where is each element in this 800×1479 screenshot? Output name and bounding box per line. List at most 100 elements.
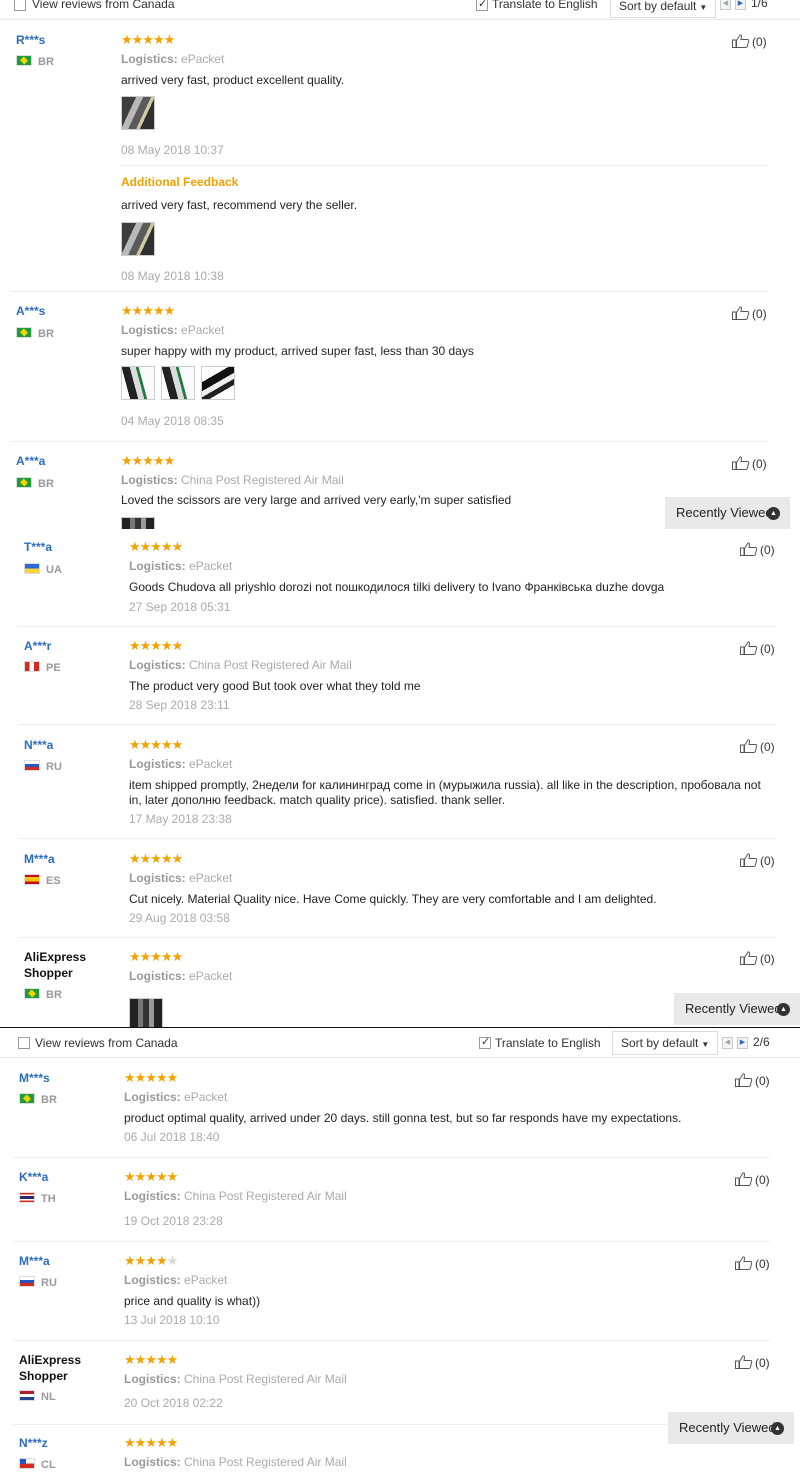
- reviewer-name: M***s: [19, 1071, 50, 1085]
- review-text: product optimal quality, arrived under 2…: [124, 1111, 682, 1125]
- review-photo-thumbnail[interactable]: [161, 366, 195, 400]
- star-rating: ★★★★★: [129, 638, 183, 653]
- thumb-up-icon: [740, 739, 758, 753]
- thailand-flag-icon: [19, 1192, 35, 1203]
- review-photo-thumbnail[interactable]: [121, 366, 155, 400]
- helpful-button[interactable]: (0): [735, 1256, 770, 1271]
- review-item: A***r PE ★★★★★ Logistics: China Post Reg…: [0, 627, 800, 725]
- additional-feedback-heading: Additional Feedback: [121, 175, 239, 189]
- helpful-button[interactable]: (0): [740, 739, 775, 754]
- recently-viewed-button[interactable]: Recently Viewed ▲: [665, 497, 790, 529]
- review-item: R***s BR ★★★★★ Logistics: ePacket arrive…: [0, 0, 800, 292]
- review-date: 27 Sep 2018 05:31: [129, 600, 231, 614]
- reviewer-country: BR: [16, 55, 54, 68]
- reviewer-name: AliExpress Shopper: [19, 1353, 82, 1383]
- logistics-info: Logistics: China Post Registered Air Mai…: [124, 1455, 347, 1469]
- reviewer-name: M***a: [24, 852, 55, 866]
- review-date: 29 Aug 2018 03:58: [129, 911, 230, 925]
- reviewer-name: AliExpress Shopper: [24, 950, 87, 980]
- helpful-button[interactable]: (0): [740, 641, 775, 656]
- reviewer-name: N***z: [19, 1436, 48, 1450]
- star-rating: ★★★★★: [121, 32, 175, 47]
- recently-viewed-button[interactable]: Recently Viewed ▲: [668, 1412, 794, 1444]
- view-canada-checkbox[interactable]: [18, 1037, 30, 1049]
- reviewer-country: UA: [24, 563, 62, 576]
- logistics-info: Logistics: China Post Registered Air Mai…: [121, 473, 344, 487]
- thumb-up-icon: [732, 306, 750, 320]
- reviewer-country: BR: [19, 1093, 57, 1106]
- thumb-up-icon: [740, 641, 758, 655]
- helpful-button[interactable]: (0): [735, 1172, 770, 1187]
- thumb-up-icon: [735, 1256, 753, 1270]
- review-date: 04 May 2018 08:35: [121, 414, 224, 428]
- reviewer-country: CL: [19, 1458, 56, 1471]
- helpful-button[interactable]: (0): [735, 1355, 770, 1370]
- thumb-up-icon: [732, 456, 750, 470]
- chile-flag-icon: [19, 1458, 35, 1469]
- sort-dropdown[interactable]: Sort by default ▼: [612, 1031, 719, 1055]
- reviewer-country: RU: [19, 1276, 57, 1289]
- reviewer-country: BR: [16, 477, 54, 490]
- next-page-icon[interactable]: ▶: [737, 1037, 748, 1049]
- review-text: The product very good But took over what…: [129, 679, 421, 693]
- star-rating: ★★★★★: [124, 1253, 178, 1268]
- prev-page-icon[interactable]: ◀: [722, 1037, 733, 1049]
- helpful-button[interactable]: (0): [732, 456, 767, 471]
- logistics-info: Logistics: China Post Registered Air Mai…: [124, 1372, 347, 1386]
- review-item: A***s BR ★★★★★ Logistics: ePacket super …: [0, 292, 800, 442]
- review-date: 13 Jul 2018 10:10: [124, 1313, 220, 1327]
- review-photos: [121, 366, 235, 400]
- translate-label: Translate to English: [495, 1036, 601, 1050]
- logistics-info: Logistics: ePacket: [121, 323, 225, 337]
- thumb-up-icon: [732, 34, 750, 48]
- reviewer-name: A***s: [16, 304, 46, 318]
- helpful-button[interactable]: (0): [735, 1073, 770, 1088]
- review-text: Goods Chudova all priyshlo dorozi not по…: [129, 580, 665, 594]
- reviewer-name: T***a: [24, 540, 53, 554]
- helpful-button[interactable]: (0): [740, 853, 775, 868]
- peru-flag-icon: [24, 661, 40, 672]
- star-rating: ★★★★★: [121, 303, 175, 318]
- review-photo-thumbnail[interactable]: [201, 366, 235, 400]
- thumb-up-icon: [740, 951, 758, 965]
- star-rating: ★★★★★: [129, 949, 183, 964]
- brazil-flag-icon: [16, 327, 32, 338]
- brazil-flag-icon: [19, 1093, 35, 1104]
- divider: [121, 165, 767, 166]
- thumb-up-icon: [735, 1172, 753, 1186]
- reviewer-name: A***r: [24, 639, 52, 653]
- recently-viewed-button[interactable]: Recently Viewed ▲: [674, 993, 800, 1025]
- helpful-button[interactable]: (0): [732, 34, 767, 49]
- recently-viewed-label: Recently Viewed: [685, 1001, 782, 1016]
- helpful-button[interactable]: (0): [740, 542, 775, 557]
- brazil-flag-icon: [16, 477, 32, 488]
- brazil-flag-icon: [16, 55, 32, 66]
- star-rating: ★★★★★: [124, 1435, 178, 1450]
- helpful-button[interactable]: (0): [732, 306, 767, 321]
- reviewer-name: M***a: [19, 1254, 50, 1268]
- review-date: 20 Oct 2018 02:22: [124, 1396, 223, 1410]
- review-photo-thumbnail[interactable]: [129, 998, 163, 1027]
- review-date: 08 May 2018 10:37: [121, 143, 224, 157]
- helpful-button[interactable]: (0): [740, 951, 775, 966]
- logistics-info: Logistics: China Post Registered Air Mai…: [129, 658, 352, 672]
- sort-dropdown-value: Sort by default: [621, 1036, 699, 1050]
- star-rating: ★★★★★: [129, 737, 183, 752]
- translate-checkbox[interactable]: [479, 1035, 491, 1049]
- reviewer-country: ES: [24, 874, 61, 887]
- review-photo-thumbnail[interactable]: [121, 517, 155, 529]
- thumb-up-icon: [740, 853, 758, 867]
- reviewer-country: NL: [19, 1390, 56, 1403]
- logistics-info: Logistics: ePacket: [129, 871, 233, 885]
- chevron-down-icon: ▼: [701, 1040, 710, 1049]
- review-photo-thumbnail[interactable]: [121, 96, 155, 130]
- review-text: Loved the scissors are very large and ar…: [121, 493, 512, 507]
- logistics-info: Logistics: ePacket: [129, 757, 233, 771]
- russia-flag-icon: [24, 760, 40, 771]
- review-photos: [121, 517, 155, 529]
- review-item: T***a UA ★★★★★ Logistics: ePacket Goods …: [0, 529, 800, 627]
- reviewer-name: K***a: [19, 1170, 49, 1184]
- review-photo-thumbnail[interactable]: [121, 222, 155, 256]
- additional-feedback-photos: [121, 222, 155, 256]
- pager: ◀ ▶ 2/6: [722, 1035, 782, 1051]
